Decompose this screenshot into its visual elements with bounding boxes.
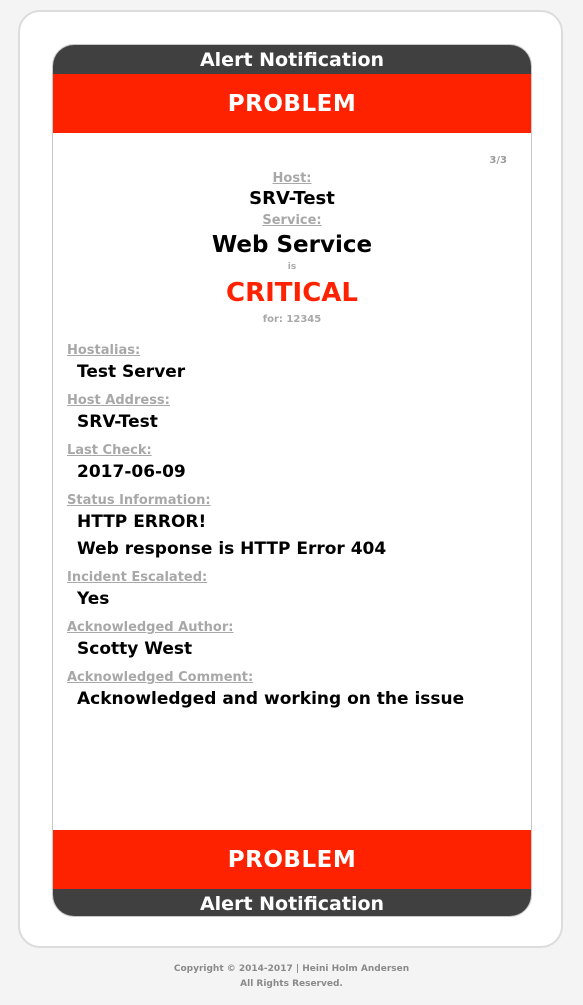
page-footer: Copyright © 2014-2017 | Heini Holm Ander… <box>0 962 583 992</box>
top-status-banner: PROBLEM <box>53 74 531 133</box>
alert-card: Alert Notification PROBLEM 3/3 Host: SRV… <box>52 44 532 917</box>
last-check-value: 2017-06-09 <box>77 462 186 482</box>
last-check-label: Last Check: <box>67 443 152 458</box>
field-host-address: Host Address: SRV-Test <box>67 392 517 436</box>
notification-counter: 3/3 <box>489 155 507 166</box>
incident-escalated-value: Yes <box>77 589 110 609</box>
is-text: is <box>287 262 297 272</box>
summary-block: Host: SRV-Test Service: Web Service is C… <box>53 133 531 327</box>
status-information-line2: Web response is HTTP Error 404 <box>77 539 387 559</box>
host-address-label: Host Address: <box>67 393 170 408</box>
host-label: Host: <box>272 171 312 186</box>
field-incident-escalated: Incident Escalated: Yes <box>67 569 517 613</box>
service-label: Service: <box>262 213 322 228</box>
ack-comment-label: Acknowledged Comment: <box>67 670 254 685</box>
host-value: SRV-Test <box>249 188 335 209</box>
copyright-text: Copyright © 2014-2017 | Heini Holm Ander… <box>173 964 410 974</box>
field-ack-comment: Acknowledged Comment: Acknowledged and w… <box>67 669 517 713</box>
hostalias-value: Test Server <box>77 362 186 382</box>
incident-escalated-label: Incident Escalated: <box>67 570 208 585</box>
status-information-label: Status Information: <box>67 493 211 508</box>
top-title-bar: Alert Notification <box>53 45 531 74</box>
bottom-status-banner: PROBLEM <box>53 830 531 889</box>
field-ack-author: Acknowledged Author: Scotty West <box>67 619 517 663</box>
rights-text: All Rights Reserved. <box>240 979 343 989</box>
alert-content: 3/3 Host: SRV-Test Service: Web Service … <box>53 133 531 830</box>
field-last-check: Last Check: 2017-06-09 <box>67 442 517 486</box>
service-value: Web Service <box>211 232 373 258</box>
status-information-line1: HTTP ERROR! <box>77 512 207 532</box>
ack-comment-value: Acknowledged and working on the issue <box>77 689 465 709</box>
ack-author-value: Scotty West <box>77 639 193 659</box>
hostalias-label: Hostalias: <box>67 343 141 358</box>
host-address-value: SRV-Test <box>77 412 158 432</box>
field-status-information: Status Information: HTTP ERROR! Web resp… <box>67 492 517 563</box>
ack-author-label: Acknowledged Author: <box>67 620 234 635</box>
duration-text: for: 12345 <box>262 314 322 325</box>
field-hostalias: Hostalias: Test Server <box>67 342 517 386</box>
state-value: CRITICAL <box>226 278 358 308</box>
bottom-title-bar: Alert Notification <box>53 889 531 916</box>
detail-fields: Hostalias: Test Server Host Address: SRV… <box>53 327 531 713</box>
